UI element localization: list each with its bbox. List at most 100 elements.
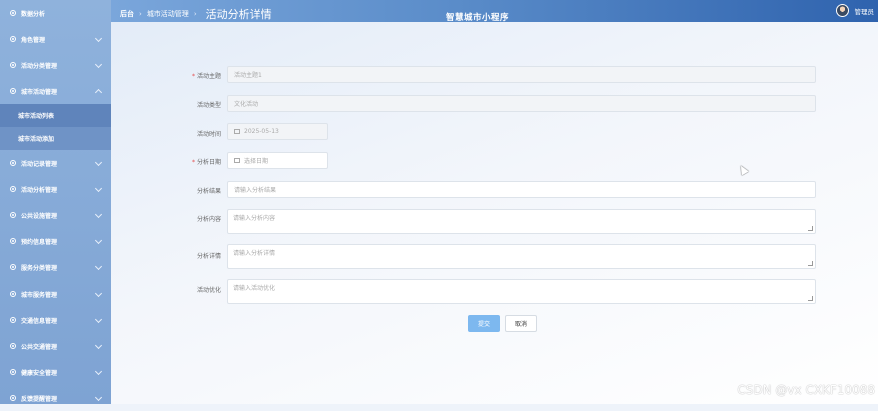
chevron-up-icon [94,88,103,97]
field-placeholder: 请输入分析结果 [234,187,277,194]
location-icon [10,369,16,375]
sidebar-item-label: 角色管理 [21,36,46,44]
avatar[interactable] [836,4,849,17]
location-icon [10,238,16,244]
label-activity-type: 活动类型 [196,102,221,109]
label-analysis-detail: 分析详情 [196,253,221,260]
sidebar: 数据分析 角色管理 活动分类管理 城市活动管理 城市活动列表 城市活动添加 活动… [0,0,111,404]
chevron-down-icon [94,289,103,298]
field-value: 文化活动 [234,101,259,108]
sidebar-item-label: 城市服务管理 [21,291,58,299]
location-icon [10,317,16,323]
watermark: CSDN @vx CXKF10088 [737,383,875,397]
sidebar-item-activity-category[interactable]: 活动分类管理 [0,52,111,78]
breadcrumb-separator-icon: › [139,10,142,18]
header: 后台 › 城市活动管理 › 活动分析详情 智慧城市小程序 管理员 [111,0,878,23]
sidebar-item-label: 交通信息管理 [21,317,58,325]
sidebar-item-label: 数据分析 [21,10,46,18]
chevron-down-icon [94,315,103,324]
chevron-down-icon [94,262,103,271]
location-icon [10,343,16,349]
sidebar-item-public-facility[interactable]: 公共设施管理 [0,202,111,228]
chevron-down-icon [94,158,103,167]
analysis-content-textarea[interactable]: 请输入分析内容 [227,209,816,234]
chevron-down-icon [94,184,103,193]
location-icon [10,10,16,16]
chevron-down-icon [94,236,103,245]
sidebar-item-label: 城市活动管理 [21,88,58,96]
activity-time-field[interactable]: 2025-05-13 [227,123,328,140]
submit-button[interactable]: 提交 [468,315,500,332]
calendar-icon [234,129,240,134]
sidebar-item-label: 活动分析管理 [21,186,58,194]
field-placeholder: 选择日期 [244,158,269,165]
activity-optimization-textarea[interactable]: 请输入活动优化 [227,279,816,304]
required-mark: * [191,73,195,80]
label-activity-optimization: 活动优化 [196,287,221,294]
location-icon [10,264,16,270]
analysis-date-picker[interactable]: 选择日期 [227,152,328,169]
sidebar-item-reservation[interactable]: 预约信息管理 [0,228,111,254]
chevron-down-icon [94,34,103,43]
chevron-down-icon [94,367,103,376]
sidebar-item-label: 反馈提醒管理 [21,395,58,403]
location-icon [10,186,16,192]
field-value: 2025-05-13 [244,128,279,135]
sidebar-item-role[interactable]: 角色管理 [0,26,111,52]
analysis-detail-textarea[interactable]: 请输入分析详情 [227,244,816,269]
sidebar-item-label: 健康安全管理 [21,369,58,377]
sidebar-item-label: 公共交通管理 [21,343,58,351]
sidebar-item-traffic-info[interactable]: 交通信息管理 [0,307,111,333]
sidebar-item-activity-record[interactable]: 活动记录管理 [0,150,111,176]
sidebar-item-public-transport[interactable]: 公共交通管理 [0,333,111,359]
sidebar-subitem-city-activity-list[interactable]: 城市活动列表 [0,104,111,127]
location-icon [10,212,16,218]
sidebar-item-data-analysis[interactable]: 数据分析 [0,0,111,26]
chevron-down-icon [94,341,103,350]
sidebar-item-service-category[interactable]: 服务分类管理 [0,254,111,280]
sidebar-subitem-label: 城市活动列表 [18,113,55,120]
page-title: 活动分析详情 [205,8,272,21]
sidebar-item-city-activity[interactable]: 城市活动管理 [0,78,111,104]
resize-handle-icon[interactable] [808,226,813,231]
sidebar-submenu: 城市活动列表 城市活动添加 [0,104,111,150]
location-icon [10,62,16,68]
chevron-down-icon [94,393,103,402]
sidebar-item-activity-analysis[interactable]: 活动分析管理 [0,176,111,202]
label-analysis-date: * 分析日期 [191,159,221,166]
sidebar-item-health-safety[interactable]: 健康安全管理 [0,359,111,385]
sidebar-subitem-city-activity-add[interactable]: 城市活动添加 [0,127,111,150]
sidebar-item-feedback[interactable]: 反馈提醒管理 [0,385,111,411]
activity-theme-field[interactable]: 活动主题1 [227,66,816,83]
calendar-icon [234,158,240,163]
cancel-button[interactable]: 取消 [505,315,537,332]
username[interactable]: 管理员 [855,6,875,16]
sidebar-item-label: 活动分类管理 [21,62,58,70]
sidebar-item-label: 公共设施管理 [21,212,58,220]
required-mark: * [191,159,195,166]
sidebar-item-city-service[interactable]: 城市服务管理 [0,281,111,307]
chevron-down-icon [94,210,103,219]
analysis-result-input[interactable]: 请输入分析结果 [227,181,816,198]
field-value: 活动主题1 [234,72,262,79]
label-analysis-result: 分析结果 [196,188,221,195]
main-content: * 活动主题 活动主题1 活动类型 文化活动 活动时间 2025-05-13 * 分… [111,22,878,404]
sidebar-subitem-label: 城市活动添加 [18,136,55,143]
breadcrumb: 后台 › 城市活动管理 › 活动分析详情 [120,6,272,22]
location-icon [10,36,16,42]
resize-handle-icon[interactable] [808,261,813,266]
label-activity-time: 活动时间 [196,131,221,138]
label-analysis-content: 分析内容 [196,216,221,223]
resize-handle-icon[interactable] [808,296,813,301]
chevron-down-icon [94,60,103,69]
breadcrumb-section[interactable]: 城市活动管理 [147,9,189,19]
field-placeholder: 请输入活动优化 [233,285,276,292]
breadcrumb-home[interactable]: 后台 [120,9,134,19]
sidebar-item-label: 活动记录管理 [21,160,58,168]
sidebar-item-label: 预约信息管理 [21,238,58,246]
activity-type-field[interactable]: 文化活动 [227,95,816,112]
location-icon [10,395,16,401]
sidebar-item-label: 服务分类管理 [21,264,58,272]
label-activity-theme: * 活动主题 [191,73,221,80]
breadcrumb-separator-icon: › [193,10,197,18]
